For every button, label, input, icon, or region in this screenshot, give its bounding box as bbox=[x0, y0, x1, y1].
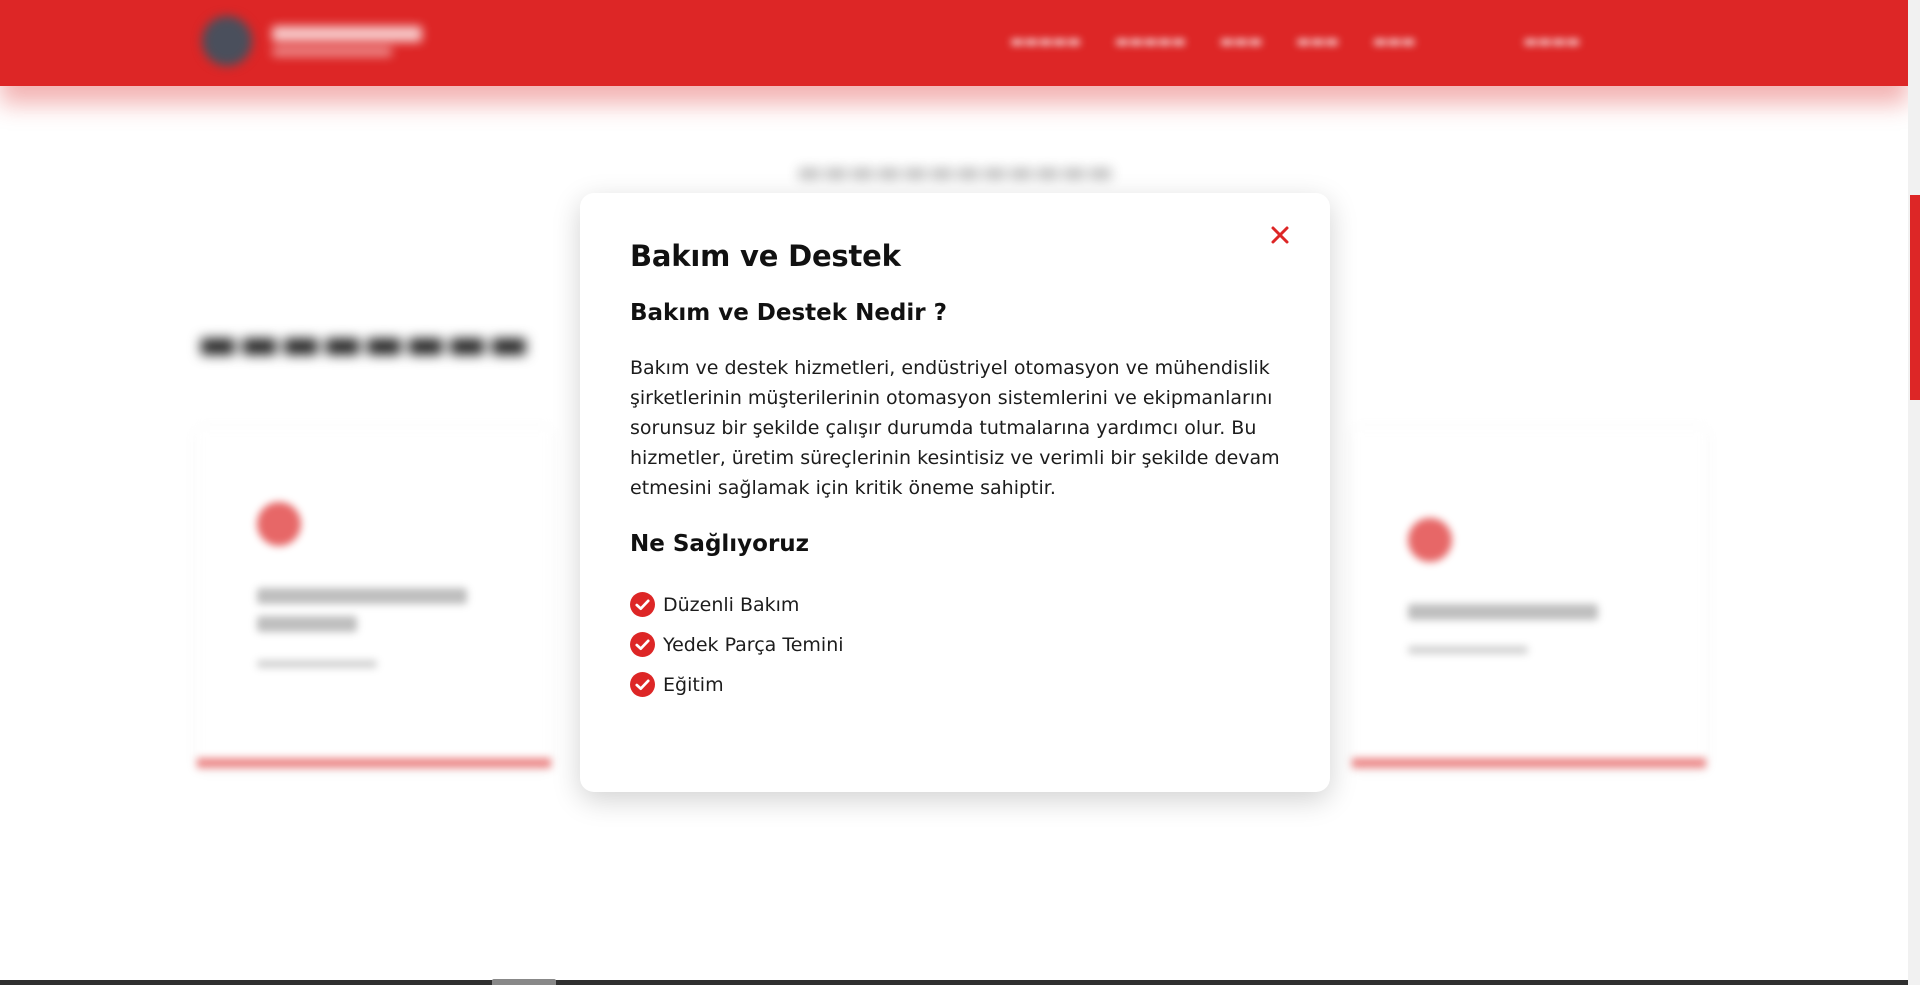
page-scrollbar[interactable] bbox=[1908, 0, 1920, 985]
modal-description: Bakım ve destek hizmetleri, endüstriyel … bbox=[630, 357, 1280, 500]
card-icon bbox=[257, 502, 301, 546]
feature-label: Yedek Parça Temini bbox=[663, 633, 844, 656]
scrollbar-thumb[interactable] bbox=[1910, 195, 1920, 400]
section-title-blurred: ▬▬▬▬▬▬▬▬▬▬▬▬ bbox=[796, 155, 1114, 188]
close-icon bbox=[1271, 226, 1289, 244]
feature-label: Düzenli Bakım bbox=[663, 593, 800, 616]
section-heading-blurred: ▬▬▬▬▬▬▬▬ bbox=[197, 318, 530, 369]
feature-item: Eğitim bbox=[630, 665, 1280, 705]
service-card bbox=[197, 428, 551, 768]
features-heading: Ne Sağlıyoruz bbox=[630, 531, 810, 558]
close-button[interactable] bbox=[1268, 223, 1292, 247]
main-nav: ▬▬▬▬▬ ▬▬▬▬▬ ▬▬▬ ▬▬▬ ▬▬▬ ▬▬▬▬ bbox=[1010, 32, 1580, 50]
card-icon bbox=[1408, 518, 1452, 562]
check-circle-icon bbox=[630, 672, 655, 698]
site-header: ▬▬▬▬▬ ▬▬▬▬▬ ▬▬▬ ▬▬▬ ▬▬▬ ▬▬▬▬ bbox=[0, 0, 1908, 86]
service-card bbox=[1352, 428, 1706, 768]
service-detail-modal: Bakım ve Destek Bakım ve Destek Nedir ? … bbox=[580, 193, 1330, 792]
feature-item: Düzenli Bakım bbox=[630, 585, 1280, 625]
nav-item: ▬▬▬ bbox=[1372, 32, 1416, 50]
modal-subtitle: Bakım ve Destek Nedir ? bbox=[630, 299, 947, 326]
feature-list: Düzenli Bakım Yedek Parça Temini Eğitim bbox=[630, 585, 1280, 705]
nav-item: ▬▬▬▬ bbox=[1523, 32, 1581, 50]
nav-item: ▬▬▬▬▬ bbox=[1114, 32, 1186, 50]
site-logo bbox=[202, 16, 422, 66]
nav-item: ▬▬▬▬▬ bbox=[1010, 32, 1081, 50]
check-circle-icon bbox=[630, 632, 655, 658]
check-circle-icon bbox=[630, 592, 655, 618]
logo-mark bbox=[202, 16, 252, 66]
feature-label: Eğitim bbox=[663, 673, 724, 696]
modal-title: Bakım ve Destek bbox=[630, 239, 901, 273]
feature-item: Yedek Parça Temini bbox=[630, 625, 1280, 665]
nav-item: ▬▬▬ bbox=[1296, 32, 1339, 50]
nav-item: ▬▬▬ bbox=[1219, 32, 1263, 50]
